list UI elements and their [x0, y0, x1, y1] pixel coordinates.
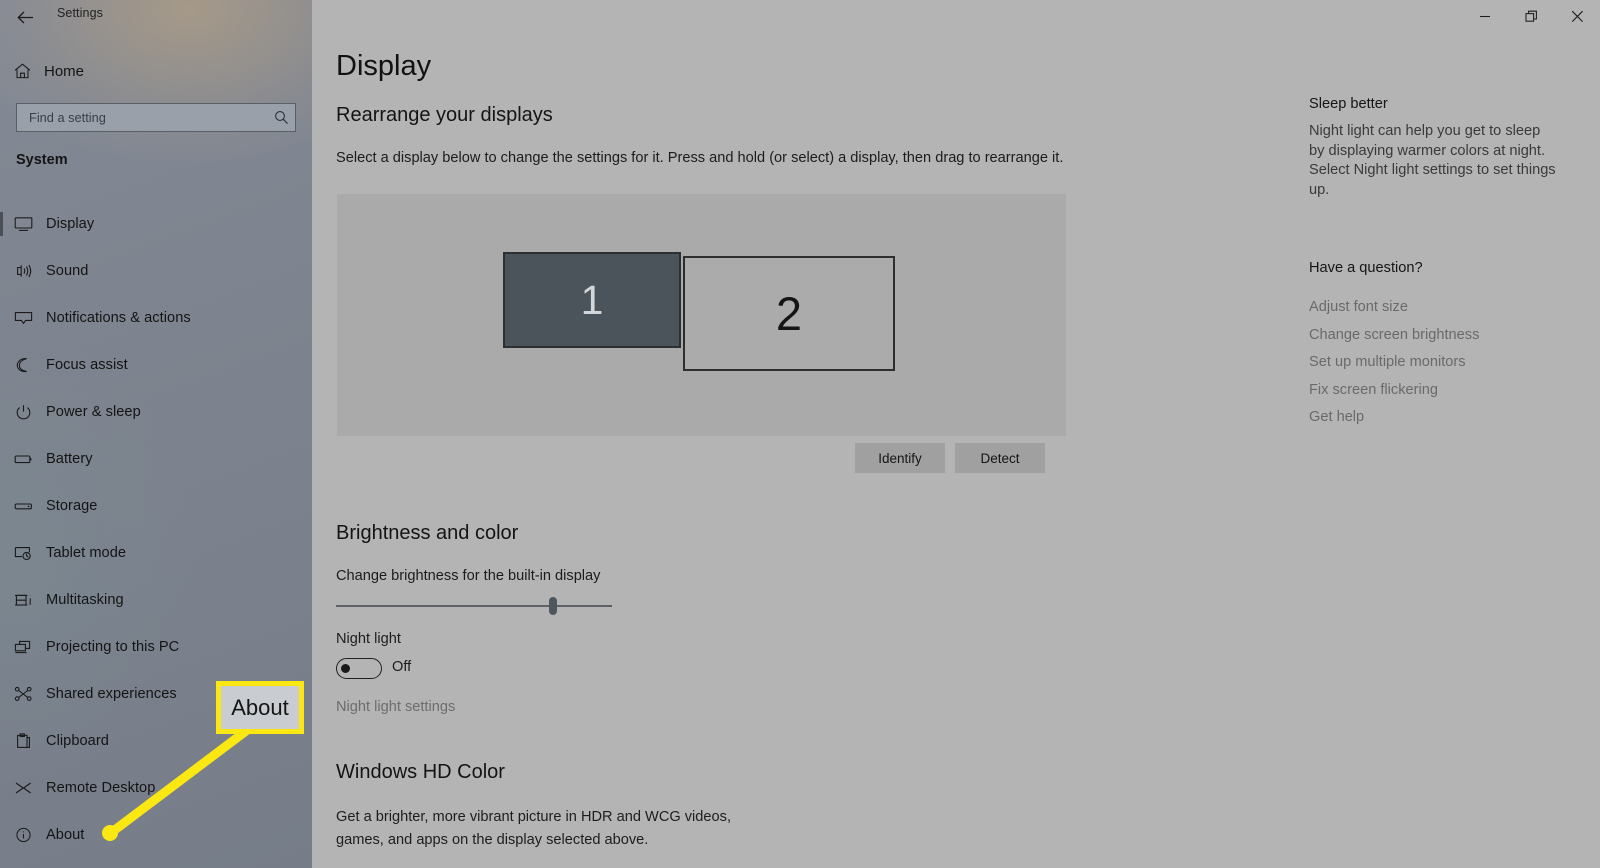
notification-icon — [0, 310, 46, 326]
sidebar-item-remote-desktop[interactable]: Remote Desktop — [0, 764, 312, 811]
sidebar-item-label: Storage — [46, 497, 98, 514]
sidebar-item-label: Focus assist — [46, 356, 128, 373]
search-placeholder: Find a setting — [29, 110, 106, 125]
sidebar-item-power-sleep[interactable]: Power & sleep — [0, 388, 312, 435]
multitasking-icon — [0, 592, 46, 608]
window-controls — [1462, 0, 1600, 32]
rearrange-heading: Rearrange your displays — [336, 104, 553, 126]
rearrange-description: Select a display below to change the set… — [336, 150, 1064, 166]
monitor-icon — [0, 216, 46, 232]
sidebar-item-label: Multitasking — [46, 591, 124, 608]
sidebar-item-storage[interactable]: Storage — [0, 482, 312, 529]
back-arrow-icon[interactable] — [8, 2, 42, 32]
sidebar-section-title: System — [16, 152, 68, 168]
sidebar-item-multitasking[interactable]: Multitasking — [0, 576, 312, 623]
sidebar-nav-list: Display Sound Notifications & actions Fo… — [0, 200, 312, 858]
search-input[interactable]: Find a setting — [16, 103, 296, 132]
sidebar-item-label: Display — [46, 215, 95, 232]
close-button[interactable] — [1554, 0, 1600, 32]
night-light-toggle[interactable] — [336, 658, 382, 679]
sidebar-item-home[interactable]: Home — [0, 56, 312, 86]
sidebar-item-notifications[interactable]: Notifications & actions — [0, 294, 312, 341]
monitor-number: 1 — [580, 276, 604, 323]
sidebar-item-shared-experiences[interactable]: Shared experiences — [0, 670, 312, 717]
settings-window: Settings Home Find a setting System Disp… — [0, 0, 1600, 868]
sidebar-item-battery[interactable]: Battery — [0, 435, 312, 482]
help-links-list: Adjust font size Change screen brightnes… — [1309, 294, 1559, 432]
sidebar-item-display[interactable]: Display — [0, 200, 312, 247]
battery-icon — [0, 451, 46, 467]
help-link-fix-screen-flickering[interactable]: Fix screen flickering — [1309, 377, 1559, 405]
help-link-change-screen-brightness[interactable]: Change screen brightness — [1309, 322, 1559, 350]
display-monitor-1[interactable]: 1 — [503, 252, 681, 348]
monitor-number: 2 — [775, 287, 803, 340]
identify-button[interactable]: Identify — [855, 443, 945, 473]
display-monitor-2[interactable]: 2 — [683, 256, 895, 371]
moon-icon — [0, 357, 46, 373]
sidebar-item-label: Projecting to this PC — [46, 638, 180, 655]
search-icon — [267, 110, 295, 125]
sidebar-item-label: Remote Desktop — [46, 779, 156, 796]
brightness-slider[interactable] — [336, 595, 612, 617]
sidebar-item-focus-assist[interactable]: Focus assist — [0, 341, 312, 388]
speaker-icon — [0, 263, 46, 279]
power-icon — [0, 404, 46, 420]
hd-color-heading: Windows HD Color — [336, 761, 505, 783]
home-icon — [0, 63, 44, 79]
restore-button[interactable] — [1508, 0, 1554, 32]
question-heading: Have a question? — [1309, 260, 1423, 276]
sidebar: Settings Home Find a setting System Disp… — [0, 0, 312, 868]
clipboard-icon — [0, 732, 46, 749]
sidebar-home-label: Home — [44, 62, 85, 80]
page-title: Display — [336, 50, 432, 82]
slider-track — [336, 605, 612, 607]
sidebar-item-label: About — [46, 826, 85, 843]
projecting-icon — [0, 639, 46, 655]
sidebar-item-clipboard[interactable]: Clipboard — [0, 717, 312, 764]
tip-body: Night light can help you get to sleep by… — [1309, 123, 1556, 199]
remote-desktop-icon — [0, 780, 46, 796]
sidebar-item-label: Notifications & actions — [46, 309, 191, 326]
window-title: Settings — [57, 6, 103, 20]
night-light-settings-link[interactable]: Night light settings — [336, 699, 455, 715]
night-light-state: Off — [392, 659, 412, 675]
help-link-get-help[interactable]: Get help — [1309, 404, 1559, 432]
sidebar-item-label: Power & sleep — [46, 403, 141, 420]
tablet-icon — [0, 545, 46, 561]
help-link-adjust-font-size[interactable]: Adjust font size — [1309, 294, 1559, 322]
help-link-set-up-multiple-monitors[interactable]: Set up multiple monitors — [1309, 349, 1559, 377]
toggle-knob — [341, 664, 350, 673]
brightness-slider-label: Change brightness for the built-in displ… — [336, 568, 601, 584]
sidebar-item-tablet-mode[interactable]: Tablet mode — [0, 529, 312, 576]
sidebar-item-label: Battery — [46, 450, 93, 467]
detect-button[interactable]: Detect — [955, 443, 1045, 473]
sidebar-item-about[interactable]: About — [0, 811, 312, 858]
info-icon — [0, 827, 46, 843]
sidebar-item-label: Clipboard — [46, 732, 109, 749]
storage-icon — [0, 498, 46, 514]
night-light-label: Night light — [336, 631, 401, 647]
sidebar-item-label: Shared experiences — [46, 685, 177, 702]
sidebar-item-projecting[interactable]: Projecting to this PC — [0, 623, 312, 670]
hd-color-description: Get a brighter, more vibrant picture in … — [336, 809, 731, 848]
right-panel: Sleep better Night light can help you ge… — [1309, 96, 1559, 425]
sidebar-item-sound[interactable]: Sound — [0, 247, 312, 294]
sidebar-item-label: Tablet mode — [46, 544, 127, 561]
slider-thumb[interactable] — [549, 597, 557, 615]
sidebar-item-label: Sound — [46, 262, 89, 279]
minimize-button[interactable] — [1462, 0, 1508, 32]
display-arrangement-canvas[interactable]: 1 2 — [337, 194, 1066, 436]
tip-heading: Sleep better — [1309, 96, 1388, 112]
brightness-heading: Brightness and color — [336, 522, 519, 544]
share-icon — [0, 686, 46, 702]
main-content: Display Rearrange your displays Select a… — [312, 0, 1600, 868]
